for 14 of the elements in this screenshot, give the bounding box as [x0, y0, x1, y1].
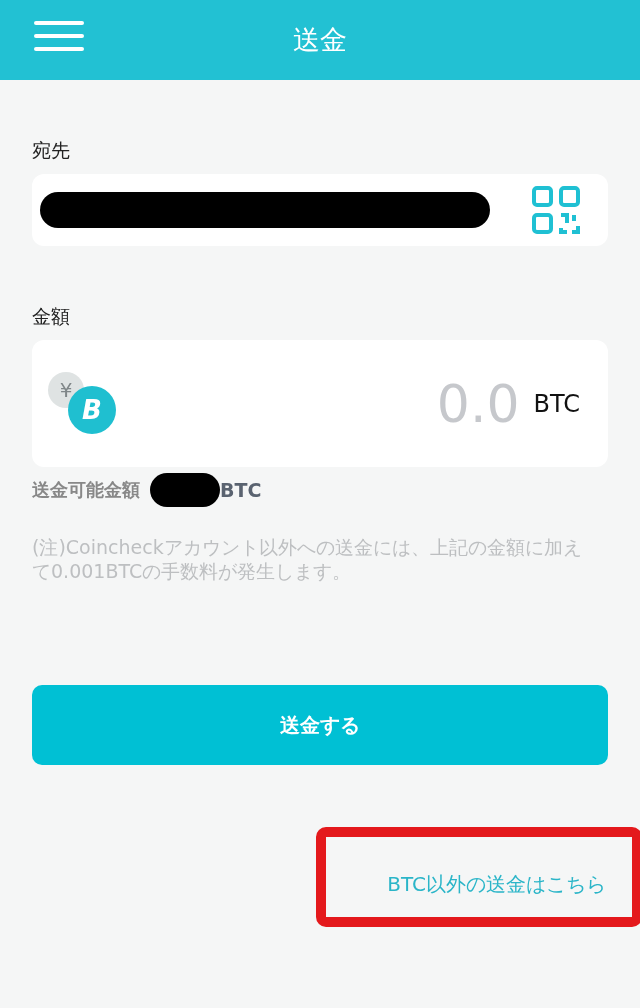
amount-field[interactable]: ¥ B 0.0 BTC — [32, 340, 608, 467]
other-currency-link[interactable]: BTC以外の送金はこちら — [387, 867, 606, 902]
field-label: 金額 — [32, 304, 71, 329]
fee-note: (注)Coincheckアカウント以外への送金には、上記の金額に加えて0.001BTCの手数料が発生します。 — [32, 535, 583, 583]
menu-icon[interactable] — [34, 21, 84, 51]
screen-title: 送金 — [293, 23, 347, 57]
unit-label: BTC — [533, 389, 580, 418]
unit-label: BTC — [220, 479, 262, 501]
qr-code-icon[interactable] — [532, 186, 580, 234]
available-label: 送金可能金額 — [32, 478, 140, 502]
send-button[interactable]: 送金する — [32, 685, 608, 765]
address-field[interactable] — [32, 174, 608, 246]
amount-value: 0.0 — [436, 373, 520, 434]
field-label: 宛先 — [32, 138, 71, 163]
